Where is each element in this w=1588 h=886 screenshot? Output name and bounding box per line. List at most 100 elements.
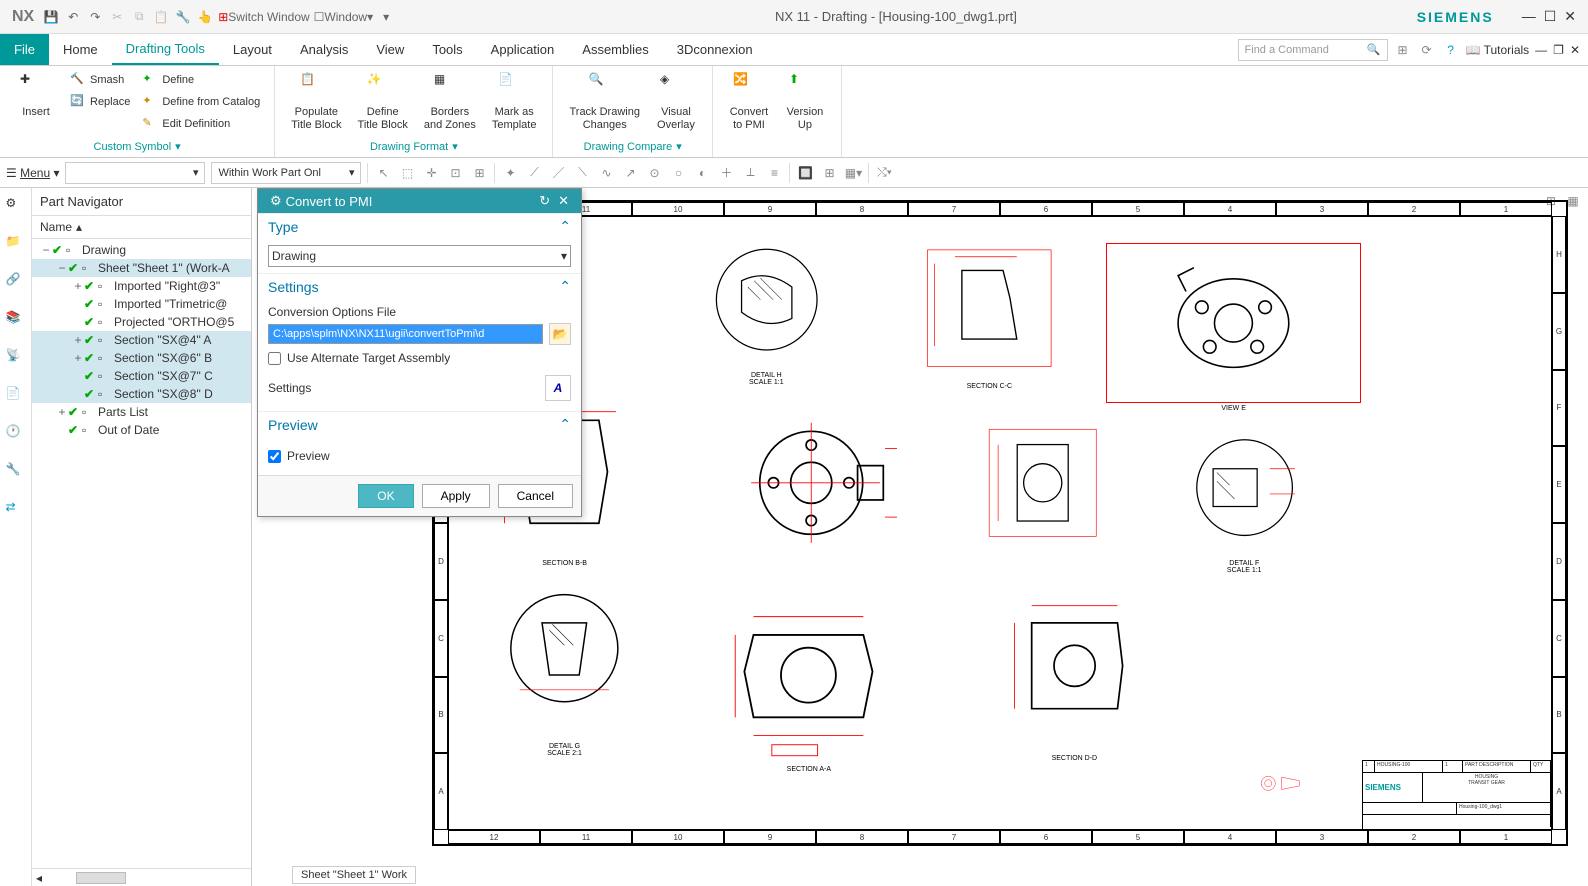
scroll-left-icon[interactable]: ◂	[32, 871, 46, 885]
window-menu-button[interactable]: ☐ Window ▾	[314, 8, 373, 26]
paste-icon[interactable]: 📋	[152, 8, 170, 26]
tree-row[interactable]: ✔▫Section "SX@7" C	[32, 367, 251, 385]
snap7-icon[interactable]: ⊙	[645, 164, 663, 182]
cancel-button[interactable]: Cancel	[498, 484, 573, 508]
view-tool2-icon[interactable]: ⊞	[820, 164, 838, 182]
tab-home[interactable]: Home	[49, 34, 112, 65]
track-changes-button[interactable]: 🔍Track Drawing Changes	[565, 70, 644, 134]
use-alt-checkbox[interactable]: Use Alternate Target Assembly	[268, 351, 571, 365]
sel-tool4-icon[interactable]: ⊡	[446, 164, 464, 182]
type-select[interactable]: Drawing▾	[268, 245, 571, 267]
version-up-button[interactable]: ⬆Version Up	[781, 70, 829, 134]
nav-icon[interactable]: 📁	[6, 234, 26, 254]
tree-row[interactable]: ✔▫Out of Date	[32, 421, 251, 439]
maximize-icon[interactable]: ☐	[1544, 8, 1557, 25]
tool1-icon[interactable]: 🔧	[174, 8, 192, 26]
tree-row[interactable]: ✔▫Section "SX@8" D	[32, 385, 251, 403]
tab-view[interactable]: View	[362, 34, 418, 65]
snap10-icon[interactable]: ＋	[717, 164, 735, 182]
dialog-gear-icon[interactable]: ⚙	[266, 193, 286, 209]
nav-scrollbar[interactable]: ◂	[32, 868, 251, 886]
ok-button[interactable]: OK	[358, 484, 413, 508]
cut-icon[interactable]: ✂	[108, 8, 126, 26]
copy-icon[interactable]: ⧉	[130, 8, 148, 26]
tree-row[interactable]: +✔▫Imported "Right@3"	[32, 277, 251, 295]
views-icon[interactable]: ⊞	[1394, 41, 1412, 59]
child-restore-icon[interactable]: ❐	[1553, 43, 1564, 57]
group-drawing-compare[interactable]: Drawing Compare ▾	[565, 138, 700, 153]
compare-icon[interactable]: ⇄	[6, 500, 26, 520]
snap3-icon[interactable]: ／	[549, 164, 567, 182]
tree-row[interactable]: ✔▫Projected "ORTHO@5	[32, 313, 251, 331]
conv-file-input[interactable]	[268, 324, 543, 344]
view-tool1-icon[interactable]: 🔲	[796, 164, 814, 182]
selection-filter-combo[interactable]: ▾	[65, 162, 205, 184]
tree-row[interactable]: +✔▫Section "SX@4" A	[32, 331, 251, 349]
sel-tool2-icon[interactable]: ⬚	[398, 164, 416, 182]
borders-zones-button[interactable]: ▦Borders and Zones	[420, 70, 480, 134]
sheet-tab[interactable]: Sheet "Sheet 1" Work	[292, 866, 416, 884]
snap2-icon[interactable]: ⟋	[525, 164, 543, 182]
books-icon[interactable]: 📚	[6, 310, 26, 330]
section-type[interactable]: Type⌃	[258, 213, 581, 239]
nav-tree[interactable]: −✔▫Drawing−✔▫Sheet "Sheet 1" (Work-A+✔▫I…	[32, 239, 251, 868]
tab-tools[interactable]: Tools	[418, 34, 476, 65]
nav-column-header[interactable]: Name ▴	[32, 215, 251, 239]
tree-row[interactable]: −✔▫Drawing	[32, 241, 251, 259]
minimize-icon[interactable]: —	[1522, 8, 1536, 25]
snap12-icon[interactable]: ≡	[765, 164, 783, 182]
edit-definition-button[interactable]: ✎Edit Definition	[140, 114, 262, 134]
section-preview[interactable]: Preview⌃	[258, 411, 581, 437]
menu-button[interactable]: ☰ Menu ▾	[6, 166, 59, 180]
tool-icon[interactable]: 🔧	[6, 462, 26, 482]
view-tool4-icon[interactable]: ⤭▾	[875, 164, 893, 182]
smash-button[interactable]: 🔨Smash	[68, 70, 132, 90]
tab-3dconnexion[interactable]: 3Dconnexion	[663, 34, 767, 65]
link-icon[interactable]: 🔗	[6, 272, 26, 292]
child-close-icon[interactable]: ✕	[1570, 43, 1580, 57]
scope-combo[interactable]: Within Work Part Onl▾	[211, 162, 361, 184]
apply-button[interactable]: Apply	[422, 484, 490, 508]
sel-tool5-icon[interactable]: ⊞	[470, 164, 488, 182]
tree-row[interactable]: +✔▫Parts List	[32, 403, 251, 421]
preview-input[interactable]	[268, 450, 281, 463]
tree-row[interactable]: −✔▫Sheet "Sheet 1" (Work-A	[32, 259, 251, 277]
tutorials-button[interactable]: 📖 Tutorials	[1466, 43, 1530, 57]
insert-button[interactable]: ✚ Insert	[12, 70, 60, 121]
snap5-icon[interactable]: ∿	[597, 164, 615, 182]
view-tool3-icon[interactable]: ▦▾	[844, 164, 862, 182]
find-command-input[interactable]: Find a Command🔍	[1238, 39, 1388, 61]
snap8-icon[interactable]: ○	[669, 164, 687, 182]
redo-icon[interactable]: ↷	[86, 8, 104, 26]
note-icon[interactable]: 📄	[6, 386, 26, 406]
settings-icon-button[interactable]: A	[545, 375, 571, 401]
use-alt-input[interactable]	[268, 352, 281, 365]
save-icon[interactable]: 💾	[42, 8, 60, 26]
help-icon[interactable]: ?	[1442, 41, 1460, 59]
close-icon[interactable]: ✕	[1564, 8, 1576, 25]
switch-window-button[interactable]: ⊞ Switch Window	[218, 8, 309, 26]
sel-tool3-icon[interactable]: ✛	[422, 164, 440, 182]
gear-icon[interactable]: ⚙	[6, 196, 26, 216]
tab-assemblies[interactable]: Assemblies	[568, 34, 662, 65]
undo-icon[interactable]: ↶	[64, 8, 82, 26]
tab-application[interactable]: Application	[477, 34, 569, 65]
tab-analysis[interactable]: Analysis	[286, 34, 362, 65]
section-settings[interactable]: Settings⌃	[258, 273, 581, 299]
tab-layout[interactable]: Layout	[219, 34, 286, 65]
mark-template-button[interactable]: 📄Mark as Template	[488, 70, 541, 134]
dialog-reset-icon[interactable]: ↻	[535, 193, 554, 209]
tab-file[interactable]: File	[0, 34, 49, 65]
visual-overlay-button[interactable]: ◈Visual Overlay	[652, 70, 700, 134]
child-minimize-icon[interactable]: —	[1535, 43, 1547, 57]
browse-button[interactable]: 📂	[549, 323, 571, 345]
define-button[interactable]: ✦Define	[140, 70, 262, 90]
touch-icon[interactable]: 👆	[196, 8, 214, 26]
sel-tool1-icon[interactable]: ↖	[374, 164, 392, 182]
dropdown-icon[interactable]: ▾	[377, 8, 395, 26]
history-icon[interactable]: 🕐	[6, 424, 26, 444]
snap11-icon[interactable]: ⟂	[741, 164, 759, 182]
snap9-icon[interactable]: ◐	[693, 164, 711, 182]
sync-icon[interactable]: ⟳	[1418, 41, 1436, 59]
replace-button[interactable]: 🔄Replace	[68, 92, 132, 112]
